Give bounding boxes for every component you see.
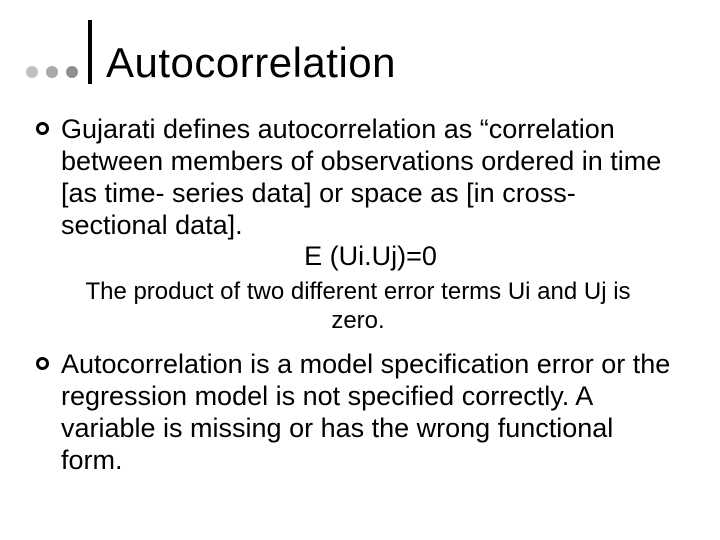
bullet-ring-icon [36, 357, 49, 370]
bullet-item: Gujarati defines autocorrelation as “cor… [36, 114, 680, 272]
bullet-text: Autocorrelation is a model specification… [61, 349, 680, 476]
bullet-content: Gujarati defines autocorrelation as “cor… [61, 114, 680, 272]
dot-icon [26, 66, 38, 78]
slide: Autocorrelation Gujarati defines autocor… [0, 0, 720, 540]
dot-icon [66, 66, 78, 78]
slide-title: Autocorrelation [106, 42, 396, 84]
decorative-dots [26, 66, 78, 78]
subnote-text: The product of two different error terms… [66, 278, 650, 335]
bullet-ring-icon [36, 122, 49, 135]
slide-body: Gujarati defines autocorrelation as “cor… [36, 114, 680, 479]
dot-icon [46, 66, 58, 78]
slide-header: Autocorrelation [26, 20, 396, 84]
vertical-divider [88, 20, 92, 84]
bullet-item: Autocorrelation is a model specification… [36, 349, 680, 476]
equation-text: E (Ui.Uj)=0 [61, 241, 680, 272]
bullet-text: Gujarati defines autocorrelation as “cor… [61, 114, 680, 241]
